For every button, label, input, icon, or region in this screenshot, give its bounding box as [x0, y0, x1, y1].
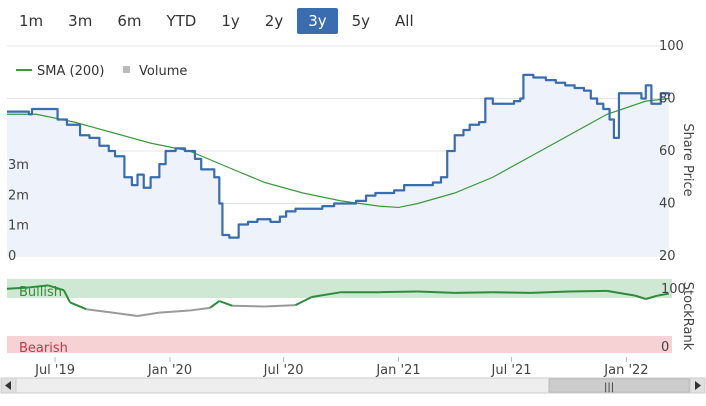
stockrank-segment: [454, 291, 493, 294]
legend-volume-swatch: [123, 66, 130, 73]
x-tick-label: Jul '20: [263, 363, 304, 378]
legend: SMA (200) Volume: [16, 64, 187, 79]
scrollbar-grip-icon: |||: [604, 382, 614, 393]
stockrank-segment: [218, 300, 233, 307]
stockrank-segment: [568, 289, 608, 293]
volume-tick-label: 3m: [8, 158, 29, 173]
x-tick-label: Jan '20: [147, 363, 192, 378]
bearish-label: Bearish: [19, 341, 68, 356]
stockrank-segment: [137, 311, 160, 317]
share-price-tick-label: 40: [659, 197, 676, 212]
stockrank-segment: [189, 306, 211, 312]
volume-tick-label: 0: [8, 249, 16, 264]
x-axis: Jul '19 Jan '20 Jul '20 Jan '21 Jul '21 Jan '…: [34, 357, 649, 378]
navigator-scrollbar[interactable]: |||: [0, 377, 706, 394]
bearish-band: [7, 336, 672, 353]
volume-tick-label: 1m: [8, 219, 29, 234]
stockrank-segment: [112, 311, 138, 317]
legend-sma-label[interactable]: SMA (200): [37, 64, 104, 79]
share-price-tick-label: 80: [659, 92, 676, 107]
stock-chart: 20 40 60 80 100 0 1m 2m 3m Share Price SMA (200…: [0, 39, 706, 394]
x-tick-label: Jan '21: [375, 363, 420, 378]
stockrank-segment: [295, 296, 313, 307]
legend-volume-label[interactable]: Volume: [139, 64, 187, 79]
stockrank-segment: [232, 304, 265, 308]
stockrank-segment: [209, 300, 220, 309]
stockrank-segment: [264, 304, 296, 308]
volume-tick-label: 2m: [8, 188, 29, 203]
stockrank-segment: [492, 291, 531, 294]
stockrank-tick-0: 0: [661, 340, 669, 355]
share-price-tick-label: 20: [659, 249, 676, 264]
share-price-axis-title: Share Price: [680, 123, 695, 196]
stockrank-segment: [530, 290, 570, 294]
stockrank-segment: [6, 286, 29, 290]
scrollbar-thumb[interactable]: [548, 378, 690, 393]
stockrank-segment: [417, 290, 455, 294]
x-tick-label: Jan '22: [603, 363, 648, 378]
x-tick-label: Jul '21: [491, 363, 532, 378]
stockrank-segment: [69, 301, 87, 311]
x-tick-label: Jul '19: [34, 363, 75, 378]
bullish-band: [7, 279, 672, 298]
share-price-tick-label: 100: [659, 39, 684, 54]
share-price-tick-label: 60: [659, 144, 676, 159]
stockrank-segment: [159, 309, 190, 314]
stockrank-segment: [379, 290, 418, 294]
stockrank-segment: [86, 308, 113, 314]
share-price-area: [7, 74, 669, 256]
stockrank-axis-title: StockRank: [680, 282, 695, 351]
